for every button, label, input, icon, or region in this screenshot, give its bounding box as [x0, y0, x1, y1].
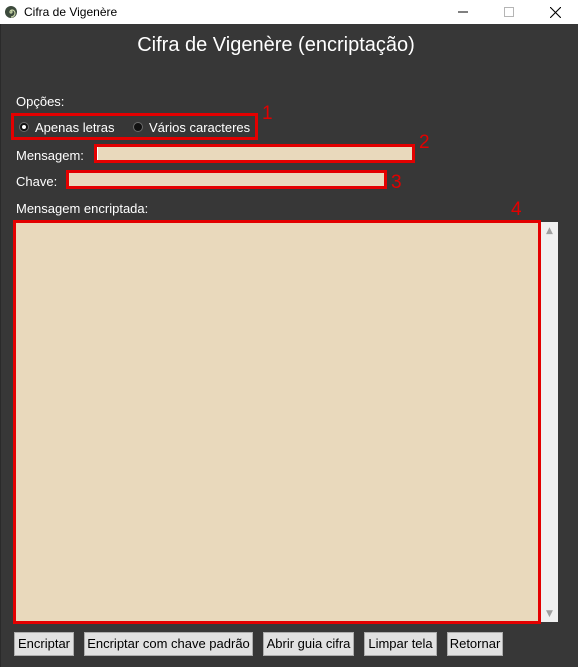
maximize-button[interactable]	[486, 0, 532, 24]
annotation-number-2: 2	[419, 132, 430, 153]
window-titlebar: Cifra de Vigenère	[0, 0, 578, 24]
radio-apenas-letras[interactable]: Apenas letras	[19, 118, 115, 136]
options-label: Opções:	[16, 94, 65, 109]
encrypted-message-textarea[interactable]	[15, 222, 541, 622]
message-label: Mensagem:	[16, 148, 84, 163]
open-guide-button[interactable]: Abrir guia cifra	[263, 632, 354, 656]
radio-label-varios-caracteres: Vários caracteres	[149, 119, 251, 135]
window-title: Cifra de Vigenère	[24, 5, 118, 19]
key-input[interactable]	[68, 172, 386, 188]
annotation-number-4: 4	[511, 199, 522, 220]
maximize-icon	[504, 7, 514, 17]
key-label: Chave:	[16, 174, 58, 189]
annotation-number-1: 1	[262, 103, 273, 124]
message-input[interactable]	[97, 146, 415, 162]
close-button[interactable]	[532, 0, 578, 24]
encrypt-button[interactable]: Encriptar	[14, 632, 74, 656]
minimize-button[interactable]	[440, 0, 486, 24]
output-scrollbar[interactable]: ▲ ▼	[541, 222, 558, 622]
back-button[interactable]: Retornar	[447, 632, 503, 656]
radio-varios-caracteres[interactable]: Vários caracteres	[133, 118, 250, 136]
radio-checked-icon[interactable]	[19, 122, 29, 132]
radio-label-apenas-letras: Apenas letras	[35, 119, 115, 135]
spiral-app-icon	[5, 6, 17, 18]
scroll-down-icon[interactable]: ▼	[541, 605, 558, 622]
clear-screen-button[interactable]: Limpar tela	[364, 632, 437, 656]
output-label: Mensagem encriptada:	[16, 201, 149, 216]
minimize-icon	[458, 11, 468, 13]
radio-unchecked-icon[interactable]	[133, 122, 143, 132]
scroll-up-icon[interactable]: ▲	[541, 222, 558, 239]
close-icon	[549, 6, 561, 18]
encrypt-default-key-button[interactable]: Encriptar com chave padrão	[84, 632, 253, 656]
annotation-number-3: 3	[391, 172, 402, 193]
page-title: Cifra de Vigenère (encriptação)	[137, 34, 415, 56]
